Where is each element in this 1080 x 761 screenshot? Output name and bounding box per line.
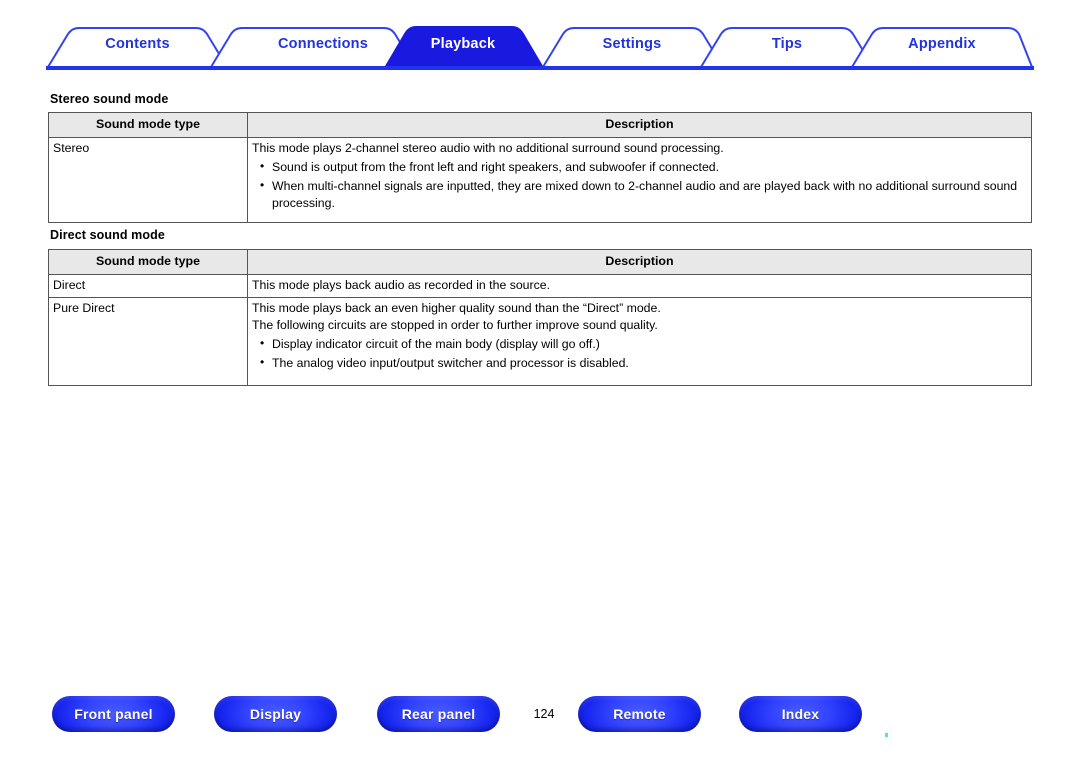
tab-tips[interactable]: Tips [701,24,873,64]
section-title-stereo: Stereo sound mode [50,92,169,106]
tab-appendix[interactable]: Appendix [852,24,1032,64]
remote-button[interactable]: Remote [578,696,701,732]
table-direct-sound-mode: Sound mode type Description Direct This … [48,248,1032,387]
description-lead-secondary: The following circuits are stopped in or… [252,318,658,333]
page-number: 124 [533,707,555,721]
table-header-row: Sound mode type Description [48,111,1032,139]
list-item: The analog video input/output switcher a… [252,354,1027,372]
cell-description: This mode plays back an even higher qual… [247,297,1032,387]
cell-description: This mode plays back audio as recorded i… [247,274,1032,299]
description-bullet-list: Display indicator circuit of the main bo… [252,335,1027,372]
section-title-direct: Direct sound mode [50,228,165,242]
front-panel-button[interactable]: Front panel [52,696,175,732]
list-item: Display indicator circuit of the main bo… [252,335,1027,353]
table-stereo-sound-mode: Sound mode type Description Stereo This … [48,111,1032,224]
column-header-sound-mode-type: Sound mode type [48,248,248,276]
tab-playback[interactable]: Playback [383,24,543,64]
description-lead: This mode plays 2-channel stereo audio w… [252,141,724,156]
table-header-row: Sound mode type Description [48,248,1032,276]
table-row: Direct This mode plays back audio as rec… [48,274,1032,299]
cell-description: This mode plays 2-channel stereo audio w… [247,137,1032,224]
table-row: Stereo This mode plays 2-channel stereo … [48,137,1032,224]
cell-sound-mode-type: Direct [48,274,248,299]
description-lead: This mode plays back audio as recorded i… [252,278,551,293]
display-button[interactable]: Display [214,696,337,732]
footer-navigation: Front panel Display Rear panel 124 Remot… [0,696,1080,738]
column-header-description: Description [247,111,1032,139]
tab-bar: Contents Connections Playback Settings T… [46,24,1034,70]
cell-sound-mode-type: Stereo [48,137,248,224]
tab-settings[interactable]: Settings [541,24,723,64]
tab-bar-baseline [46,66,1034,70]
description-lead: This mode plays back an even higher qual… [252,301,661,316]
cell-sound-mode-type: Pure Direct [48,297,248,387]
index-button[interactable]: Index [739,696,862,732]
table-row: Pure Direct This mode plays back an even… [48,297,1032,387]
list-item: Sound is output from the front left and … [252,158,1027,176]
description-bullet-list: Sound is output from the front left and … [252,158,1027,212]
tab-contents[interactable]: Contents [46,24,229,64]
column-header-description: Description [247,248,1032,276]
page-artifact-dot [885,733,888,737]
rear-panel-button[interactable]: Rear panel [377,696,500,732]
column-header-sound-mode-type: Sound mode type [48,111,248,139]
list-item: When multi-channel signals are inputted,… [252,177,1027,212]
